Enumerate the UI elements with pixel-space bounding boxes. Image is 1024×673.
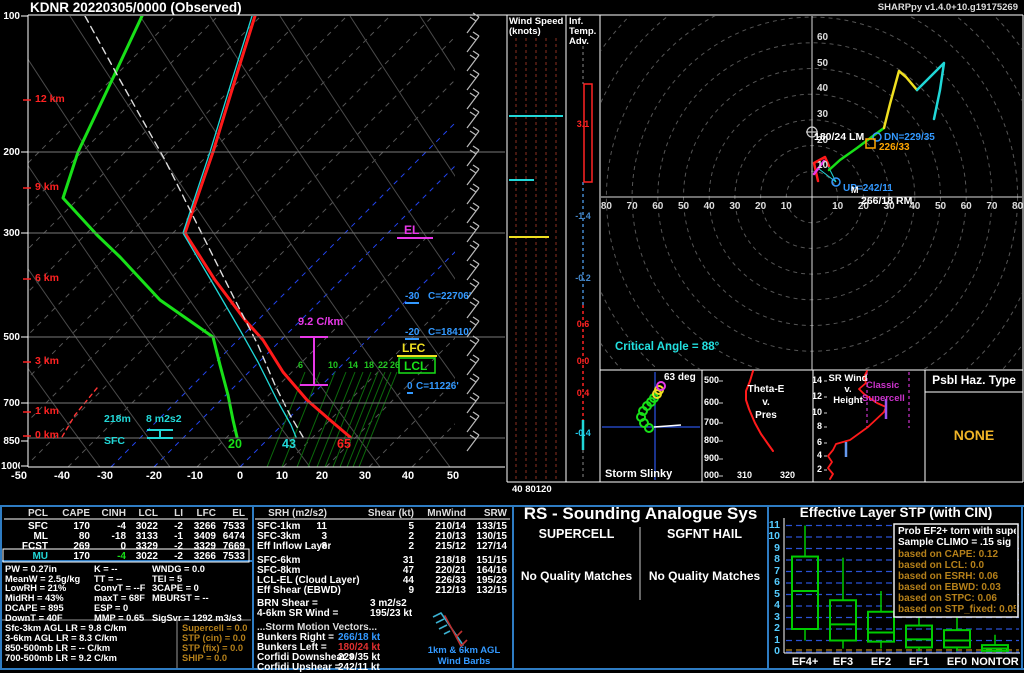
thermo-data-panel[interactable] — [0, 506, 253, 669]
thetae-inset[interactable] — [702, 370, 813, 482]
sars-panel[interactable] — [513, 506, 768, 669]
sr-wind-inset[interactable] — [813, 370, 925, 482]
temp-adv-panel[interactable] — [566, 15, 600, 482]
stp-boxplot-panel[interactable] — [768, 506, 1023, 669]
hodograph-panel[interactable] — [600, 15, 1023, 370]
hazard-inset[interactable] — [925, 370, 1023, 482]
skewt-panel[interactable] — [0, 15, 507, 485]
kinematics-data-panel[interactable] — [253, 506, 513, 669]
sharppy-window: KDNR 20220305/0000 (Observed) SHARPpy v1… — [0, 0, 1024, 673]
wind-speed-panel[interactable] — [507, 15, 566, 482]
storm-slinky-inset[interactable] — [600, 370, 702, 482]
